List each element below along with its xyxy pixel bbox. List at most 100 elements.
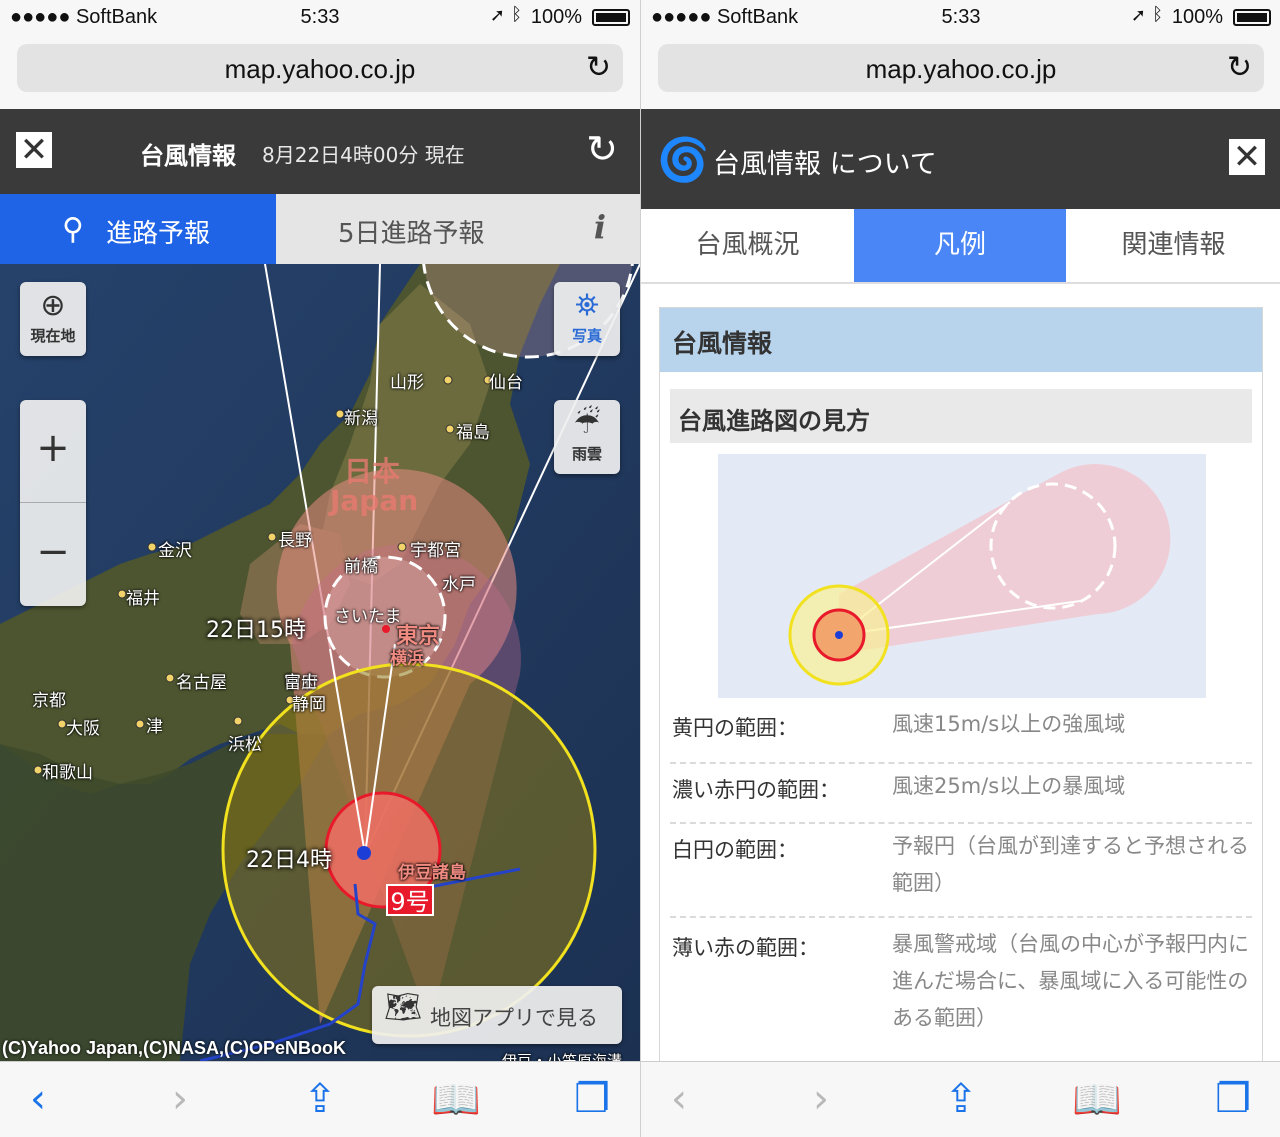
tab-overview[interactable]: 台風概況 <box>641 209 854 282</box>
legend-value: 風速15m/s以上の強風域 <box>892 712 1126 736</box>
map-label-kyoto: 京都 <box>32 691 66 711</box>
close-icon[interactable]: ✕ <box>1229 139 1265 175</box>
about-header: 🌀 台風情報 について ✕ <box>641 109 1280 209</box>
map-label-mito: 水戸 <box>442 575 476 595</box>
forecast-time-04: 22日4時 <box>246 848 332 873</box>
page-title: 台風情報 <box>140 142 236 170</box>
bookmarks-icon[interactable]: 📖 <box>426 1076 486 1123</box>
tab-legend[interactable]: 凡例 <box>854 209 1066 282</box>
map-label-kanazawa: 金沢 <box>158 541 192 561</box>
rain-cloud-button[interactable]: ☔ 雨雲 <box>554 400 620 474</box>
rain-label: 雨雲 <box>571 445 602 463</box>
close-icon[interactable]: ✕ <box>16 132 52 168</box>
legend-key: 濃い赤円の範囲： <box>672 778 840 802</box>
map-label-wakayama: 和歌山 <box>42 763 93 783</box>
typhoon-map[interactable]: 盛岡 山形 仙台 新潟 福島 日本 Japan 長野 宇都宮 前橋 水戸 金沢 … <box>0 264 640 1061</box>
legend-key: 黄円の範囲： <box>672 716 798 740</box>
url-bar: map.yahoo.co.jp ↻ <box>641 36 1280 109</box>
browser-toolbar: ‹ › ⇪ 📖 ❐ <box>0 1061 640 1137</box>
photo-icon: ⛯ <box>575 288 599 323</box>
current-location-label: 現在地 <box>30 327 76 345</box>
location-arrow-icon: ➚ <box>489 5 505 25</box>
copyright: (C)Yahoo Japan,(C)NASA,(C)OPeNBooK <box>2 1038 347 1058</box>
battery-percent: 100% <box>1171 6 1223 28</box>
forward-icon[interactable]: › <box>150 1076 210 1122</box>
photo-button[interactable]: ⛯ 写真 <box>554 282 620 356</box>
map-label-yokohama: 横浜 <box>390 649 424 669</box>
map-label-sendai: 仙台 <box>489 373 523 393</box>
locate-icon: ⊕ <box>40 288 66 323</box>
open-map-app-button[interactable]: 🗺 地図アプリで見る <box>372 986 622 1044</box>
legend-key: 薄い赤の範囲： <box>672 936 819 960</box>
back-icon[interactable]: ‹ <box>8 1076 68 1122</box>
map-label-saitama: さいたま <box>334 607 402 627</box>
map-label-shizuoka: 静岡 <box>292 695 326 715</box>
bookmarks-icon[interactable]: 📖 <box>1067 1076 1127 1123</box>
typhoon-number-badge: 9号 <box>386 884 434 916</box>
share-icon[interactable]: ⇪ <box>931 1076 991 1122</box>
map-label-tsu: 津 <box>146 717 163 737</box>
address-field[interactable]: map.yahoo.co.jp ↻ <box>658 44 1264 92</box>
right-screen: ●●●●● SoftBank 5:33 ➚ ᛒ 100% map.yahoo.c… <box>640 0 1280 1137</box>
battery-icon <box>592 9 630 26</box>
map-label-trench: 伊豆・小笠原海溝 <box>502 1052 623 1061</box>
legend-content: 台風情報 台風進路図の見方 黄円の範囲： 風速15m/s以上の強風域 濃い赤円の… <box>659 307 1263 1067</box>
legend-row-red: 濃い赤円の範囲： 風速25m/s以上の暴風域 <box>670 774 1252 824</box>
legend-row-yellow: 黄円の範囲： 風速15m/s以上の強風域 <box>670 712 1252 764</box>
legend-value: 予報円（台風が到達すると予想される範囲） <box>892 834 1249 895</box>
zoom-out-button[interactable]: − <box>20 504 86 606</box>
bluetooth-icon: ᛒ <box>1152 4 1163 24</box>
legend-value: 暴風警戒域（台風の中心が予報円内に進んだ場合に、暴風域に入る可能性のある範囲） <box>892 932 1249 1030</box>
photo-label: 写真 <box>571 327 602 345</box>
map-label-izu: 伊豆諸島 <box>398 863 466 883</box>
tab-related[interactable]: 関連情報 <box>1066 209 1280 282</box>
legend-row-white: 白円の範囲： 予報円（台風が到達すると予想される範囲） <box>670 834 1252 918</box>
info-icon[interactable]: i <box>594 208 606 246</box>
status-bar: ●●●●● SoftBank 5:33 ➚ ᛒ 100% <box>0 0 640 36</box>
typhoon-header: ✕ 台風情報 8月22日4時00分 現在 ↻ <box>0 109 640 194</box>
legend-diagram <box>718 454 1206 698</box>
legend-row-pale-red: 薄い赤の範囲： 暴風警戒域（台風の中心が予報円内に進んだ場合に、暴風域に入る可能… <box>670 932 1252 1052</box>
tab-five-day-forecast[interactable]: 5日進路予報 i <box>276 194 640 264</box>
typhoon-logo-icon: 🌀 <box>657 135 710 184</box>
map-label-fukushima: 福島 <box>456 423 490 443</box>
status-bar: ●●●●● SoftBank 5:33 ➚ ᛒ 100% <box>641 0 1280 36</box>
map-label-nagoya: 名古屋 <box>176 673 227 693</box>
forward-icon[interactable]: › <box>791 1076 851 1122</box>
map-label-nagano: 長野 <box>278 531 312 551</box>
legend-key: 白円の範囲： <box>672 838 798 862</box>
map-label-hamamatsu: 浜松 <box>228 735 262 755</box>
zoom-control: + − <box>20 400 86 606</box>
map-label-niigata: 新潟 <box>344 409 378 429</box>
url-bar: map.yahoo.co.jp ↻ <box>0 36 640 109</box>
section-title: 台風情報 <box>660 308 1262 372</box>
url-text: map.yahoo.co.jp <box>224 54 416 84</box>
update-time: 8月22日4時00分 現在 <box>262 143 465 167</box>
tabs-icon[interactable]: ❐ <box>1203 1076 1263 1122</box>
map-label-utsunomiya: 宇都宮 <box>410 541 461 561</box>
rain-icon: ☔ <box>573 406 601 441</box>
current-location-button[interactable]: ⊕ 現在地 <box>20 282 86 356</box>
zoom-in-button[interactable]: + <box>20 400 86 503</box>
reload-icon[interactable]: ↻ <box>586 50 611 85</box>
map-app-icon: 🗺 <box>384 990 423 1025</box>
back-icon[interactable]: ‹ <box>649 1076 709 1122</box>
left-screen: ●●●●● SoftBank 5:33 ➚ ᛒ 100% map.yahoo.c… <box>0 0 640 1137</box>
about-tabs: 台風概況 凡例 関連情報 <box>641 209 1280 284</box>
share-icon[interactable]: ⇪ <box>290 1076 350 1122</box>
map-label-fukui: 福井 <box>126 589 160 609</box>
tab-route-label: 進路予報 <box>106 219 211 249</box>
battery-icon <box>1233 9 1271 26</box>
tab-route-forecast[interactable]: ⚲ 進路予報 <box>0 194 276 264</box>
reload-icon[interactable]: ↻ <box>586 127 618 171</box>
location-arrow-icon: ➚ <box>1130 5 1146 25</box>
tab-five-day-label: 5日進路予報 <box>338 219 485 249</box>
browser-toolbar: ‹ › ⇪ 📖 ❐ <box>641 1061 1280 1137</box>
tabs-icon[interactable]: ❐ <box>562 1076 622 1122</box>
address-field[interactable]: map.yahoo.co.jp ↻ <box>17 44 623 92</box>
forecast-time-15: 22日15時 <box>206 618 306 643</box>
reload-icon[interactable]: ↻ <box>1227 50 1252 85</box>
map-label-yamagata: 山形 <box>390 373 424 393</box>
bluetooth-icon: ᛒ <box>511 4 522 24</box>
battery-percent: 100% <box>530 6 582 28</box>
